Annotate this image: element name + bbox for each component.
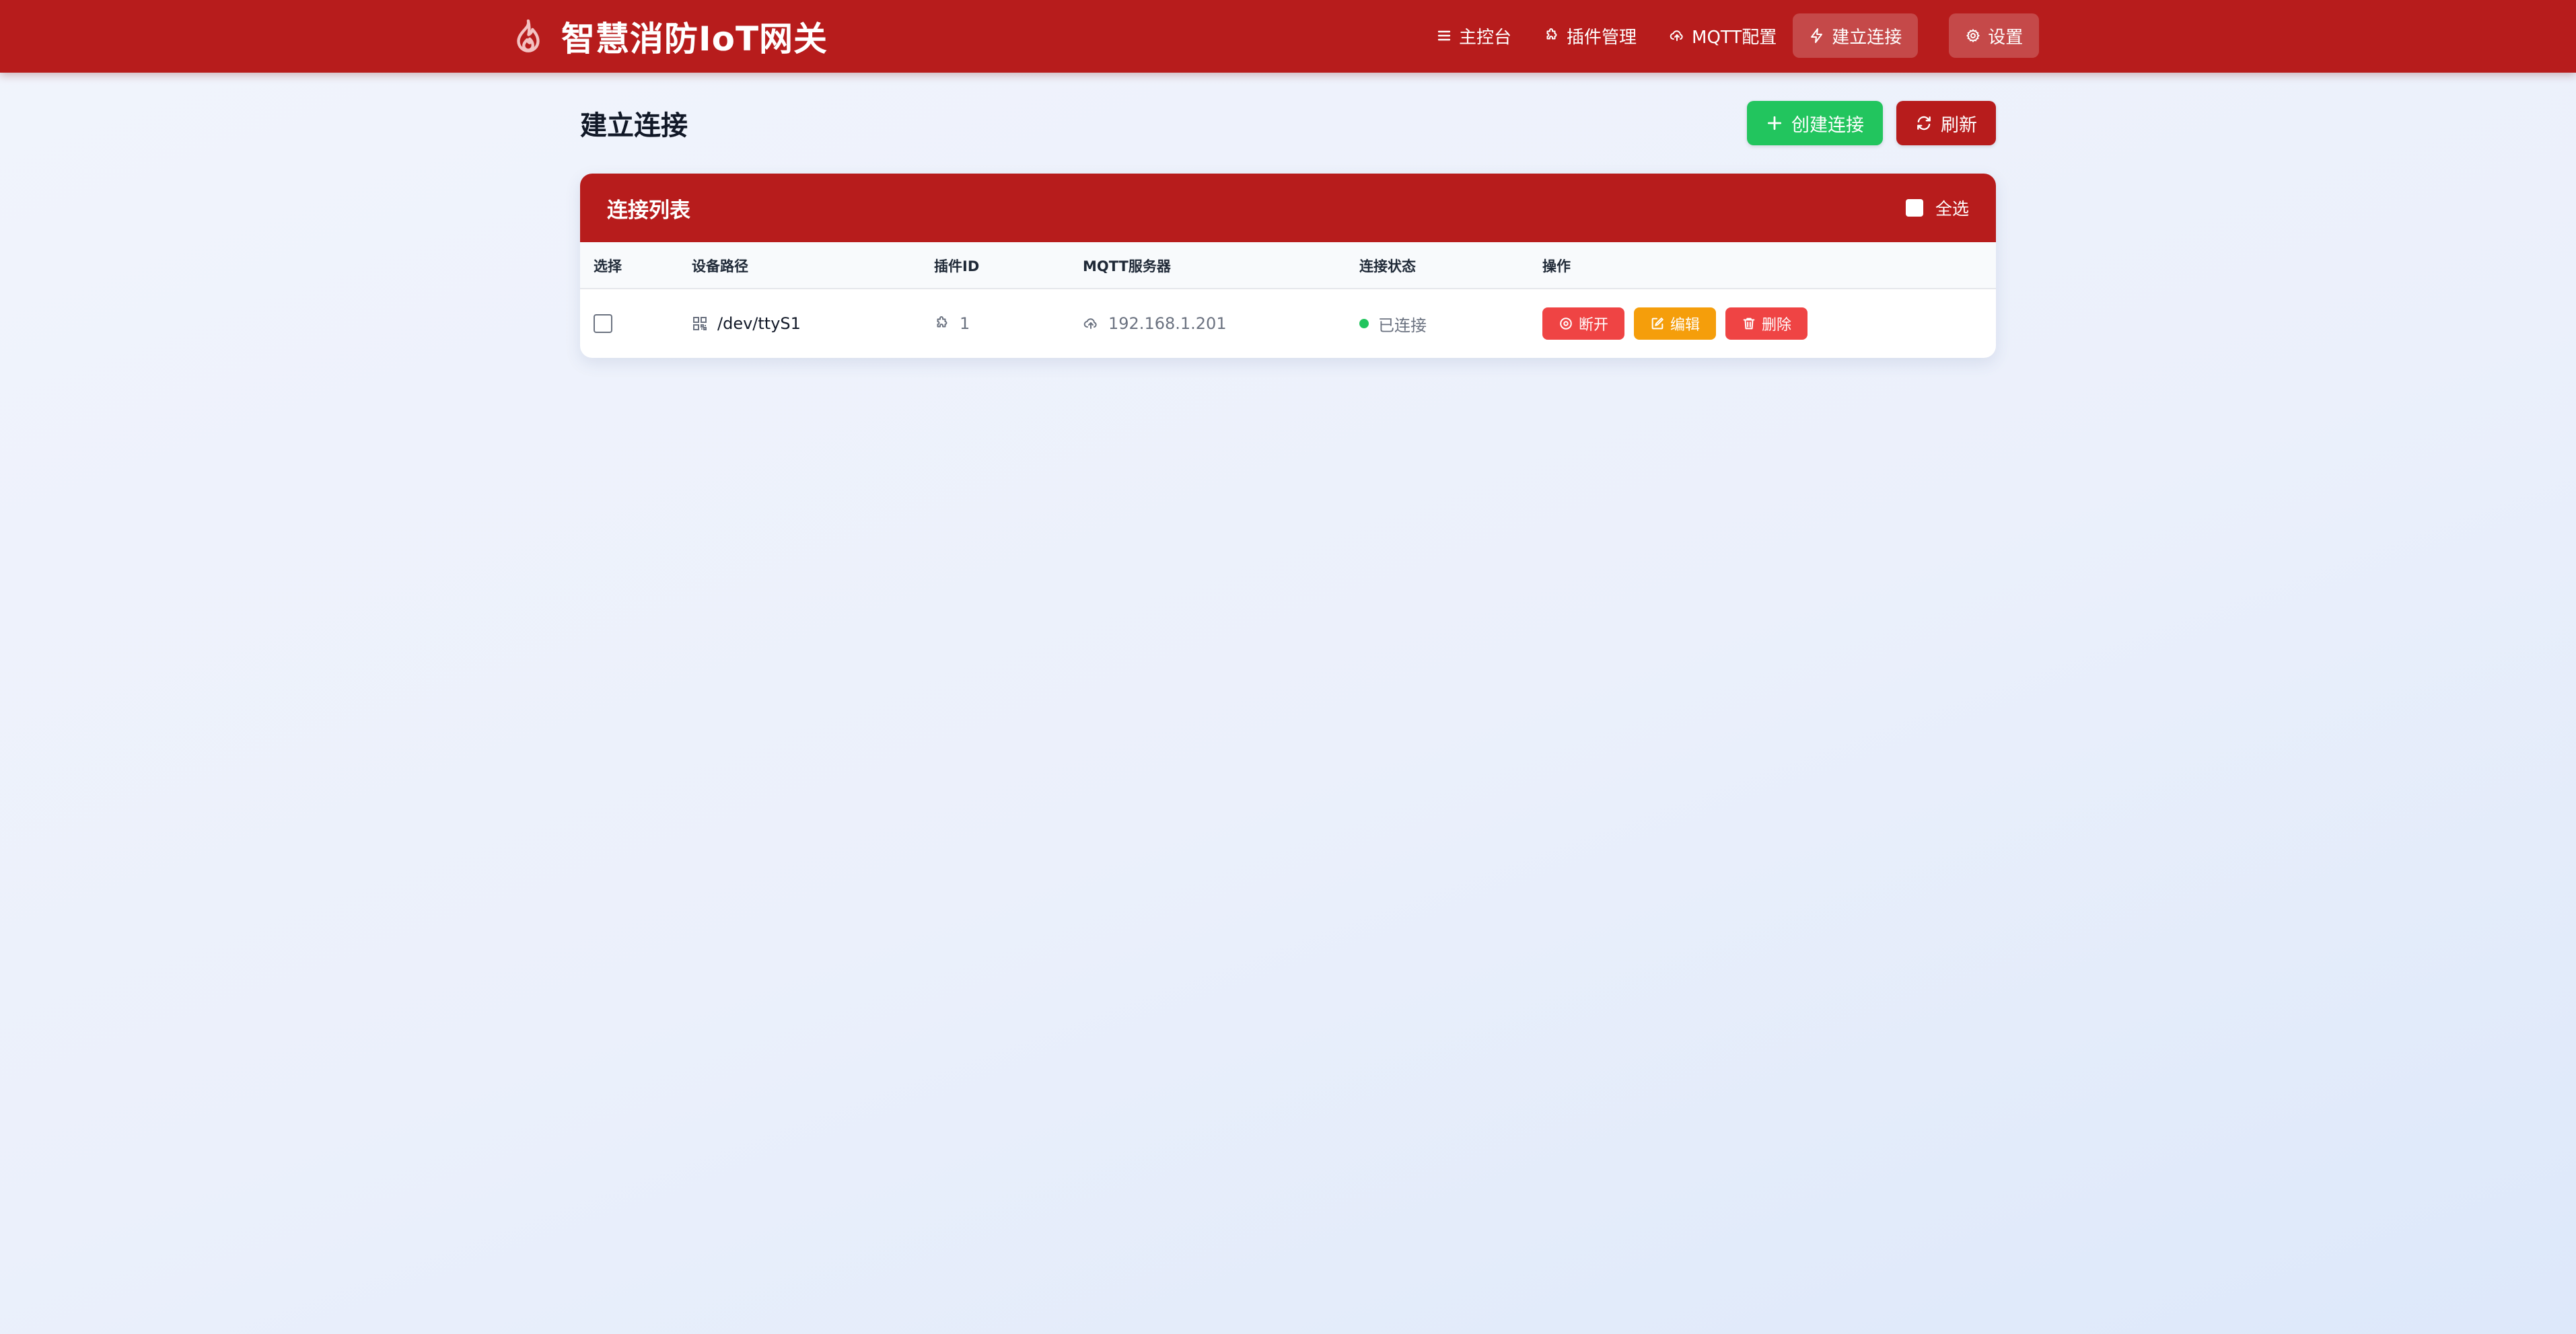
row-select-cell <box>594 289 612 358</box>
puzzle-icon <box>1546 28 1557 40</box>
disconnect-button[interactable]: 断开 <box>1542 307 1624 340</box>
mqtt-server: 192.168.1.201 <box>1108 314 1227 333</box>
column-header-mqtt-server: MQTT服务器 <box>1083 258 1171 274</box>
edit-icon <box>1651 318 1663 330</box>
card-header: 连接列表 全选 <box>580 174 1996 242</box>
flame-icon <box>517 19 540 52</box>
edit-button[interactable]: 编辑 <box>1634 307 1716 340</box>
cloud-upload-icon <box>1670 30 1683 41</box>
status-text: 已连接 <box>1378 316 1427 335</box>
select-all-label: 全选 <box>1935 199 1969 219</box>
nav-label: 设置 <box>1988 27 2024 48</box>
nav-label: 主控台 <box>1459 27 1512 48</box>
column-header-plugin-id: 插件ID <box>934 258 980 274</box>
page-title: 建立连接 <box>580 110 688 141</box>
gear-icon <box>1966 28 1980 43</box>
actions-cell: 断开 编辑 删除 <box>1542 289 1808 358</box>
cloud-upload-icon <box>1083 318 1097 329</box>
disconnect-label: 断开 <box>1578 317 1608 334</box>
nav-item-settings[interactable]: 设置 <box>1949 13 2040 58</box>
nav-label: 插件管理 <box>1567 27 1637 48</box>
plugin-id-cell: 1 <box>934 289 970 358</box>
trash-icon <box>1743 318 1755 330</box>
qr-code-icon <box>693 317 707 330</box>
main-nav: 主控台 插件管理 MQTT配置 建立连接 设置 <box>1420 13 2040 58</box>
top-navbar: 智慧消防IoT网关 主控台 插件管理 MQTT配置 建立连接 设置 <box>0 0 2576 73</box>
create-connection-button[interactable]: 创建连接 <box>1747 101 1883 145</box>
column-header-select: 选择 <box>594 258 622 274</box>
plus-icon <box>1767 116 1782 131</box>
delete-button[interactable]: 删除 <box>1725 307 1808 340</box>
refresh-label: 刷新 <box>1941 114 1977 136</box>
status-dot-icon <box>1359 319 1369 328</box>
table-row: /dev/ttyS1 1 192.168.1.201 已连接 断开 编辑 删除 <box>580 289 1996 358</box>
brand[interactable]: 智慧消防IoT网关 <box>509 13 828 59</box>
nav-item-connect[interactable]: 建立连接 <box>1793 13 1919 58</box>
create-connection-label: 创建连接 <box>1791 114 1864 136</box>
table-header: 选择 设备路径 插件ID MQTT服务器 连接状态 操作 <box>580 242 1996 289</box>
nav-label: 建立连接 <box>1832 27 1902 48</box>
delete-label: 删除 <box>1761 317 1791 334</box>
card-title: 连接列表 <box>607 198 690 223</box>
refresh-button[interactable]: 刷新 <box>1896 101 1996 145</box>
stop-circle-icon <box>1560 318 1572 330</box>
device-path: /dev/ttyS1 <box>717 314 801 333</box>
column-header-actions: 操作 <box>1542 258 1571 274</box>
nav-label: MQTT配置 <box>1692 27 1777 48</box>
connection-list-card: 连接列表 全选 选择 设备路径 插件ID MQTT服务器 连接状态 操作 /de… <box>580 174 1996 358</box>
nav-item-mqtt[interactable]: MQTT配置 <box>1653 13 1793 58</box>
puzzle-icon <box>937 316 947 328</box>
lightning-icon <box>1811 28 1823 43</box>
mqtt-server-cell: 192.168.1.201 <box>1083 289 1227 358</box>
row-checkbox[interactable] <box>594 314 612 333</box>
select-all-checkbox[interactable]: 全选 <box>1905 196 1969 220</box>
plugin-id: 1 <box>960 314 970 333</box>
edit-label: 编辑 <box>1670 317 1700 334</box>
nav-item-dashboard[interactable]: 主控台 <box>1420 13 1528 58</box>
menu-lines-icon <box>1437 30 1451 41</box>
refresh-icon <box>1917 116 1931 131</box>
column-header-status: 连接状态 <box>1359 258 1416 274</box>
nav-item-plugins[interactable]: 插件管理 <box>1528 13 1653 58</box>
device-path-cell: /dev/ttyS1 <box>692 289 801 358</box>
column-header-device-path: 设备路径 <box>692 258 748 274</box>
status-cell: 已连接 <box>1359 289 1427 358</box>
app-title: 智慧消防IoT网关 <box>561 20 828 59</box>
select-all-box[interactable] <box>1905 199 1923 217</box>
